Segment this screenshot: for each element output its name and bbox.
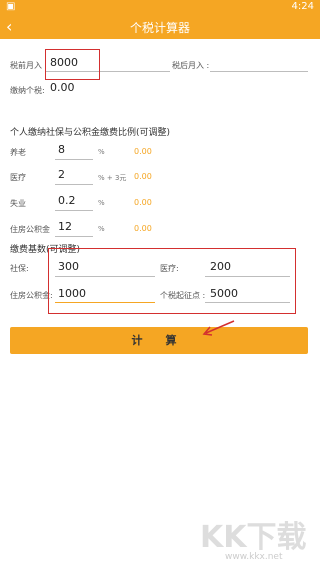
unemployment-label: 失业 [10,199,26,208]
after-tax-label: 税后月入 : [172,61,210,70]
watermark-logo: KK下载 [200,520,307,555]
housing-fund-amount: 0.00 [134,224,152,233]
housing-fund-unit: % [98,225,105,233]
housing-base-label: 住房公积金: [10,291,53,300]
page-title: 个税计算器 [129,21,190,35]
pension-amount: 0.00 [134,147,152,156]
watermark-url: www.kkx.net [225,552,283,562]
medical-label: 医疗 [10,173,26,182]
housing-fund-label: 住房公积金 [10,225,50,234]
pension-label: 养老 [10,148,26,157]
medical-underline [55,184,93,185]
medical-input[interactable]: 2 [58,168,65,181]
status-time: 4:24 [291,1,314,12]
pointer-arrow-icon [202,320,235,336]
ratio-section-title: 个人缴纳社保与公积金缴费比例(可调整) [10,128,171,138]
medical-unit: % + 3元 [98,174,127,182]
medical-amount: 0.00 [134,172,152,181]
housing-fund-input[interactable]: 12 [58,220,72,233]
base-highlight-box [48,248,296,314]
social-base-label: 社保: [10,264,29,273]
unemployment-unit: % [98,199,105,207]
calculate-button[interactable]: 计 算 [10,327,308,354]
pre-tax-label: 税前月入 [10,61,42,70]
tax-value: 0.00 [50,81,75,94]
app-bar: ‹ 个税计算器 [0,15,320,39]
tax-label: 缴纳个税: [10,86,45,95]
unemployment-input[interactable]: 0.2 [58,194,76,207]
pension-unit: % [98,148,105,156]
pension-input[interactable]: 8 [58,143,65,156]
unemployment-amount: 0.00 [134,198,152,207]
housing-fund-underline [55,236,93,237]
unemployment-underline [55,210,93,211]
pre-tax-highlight-box [45,49,100,80]
after-tax-underline [210,71,308,72]
app-icon: ▣ [6,1,16,12]
pension-underline [55,159,93,160]
status-bar: ▣ 4:24 [0,0,320,15]
